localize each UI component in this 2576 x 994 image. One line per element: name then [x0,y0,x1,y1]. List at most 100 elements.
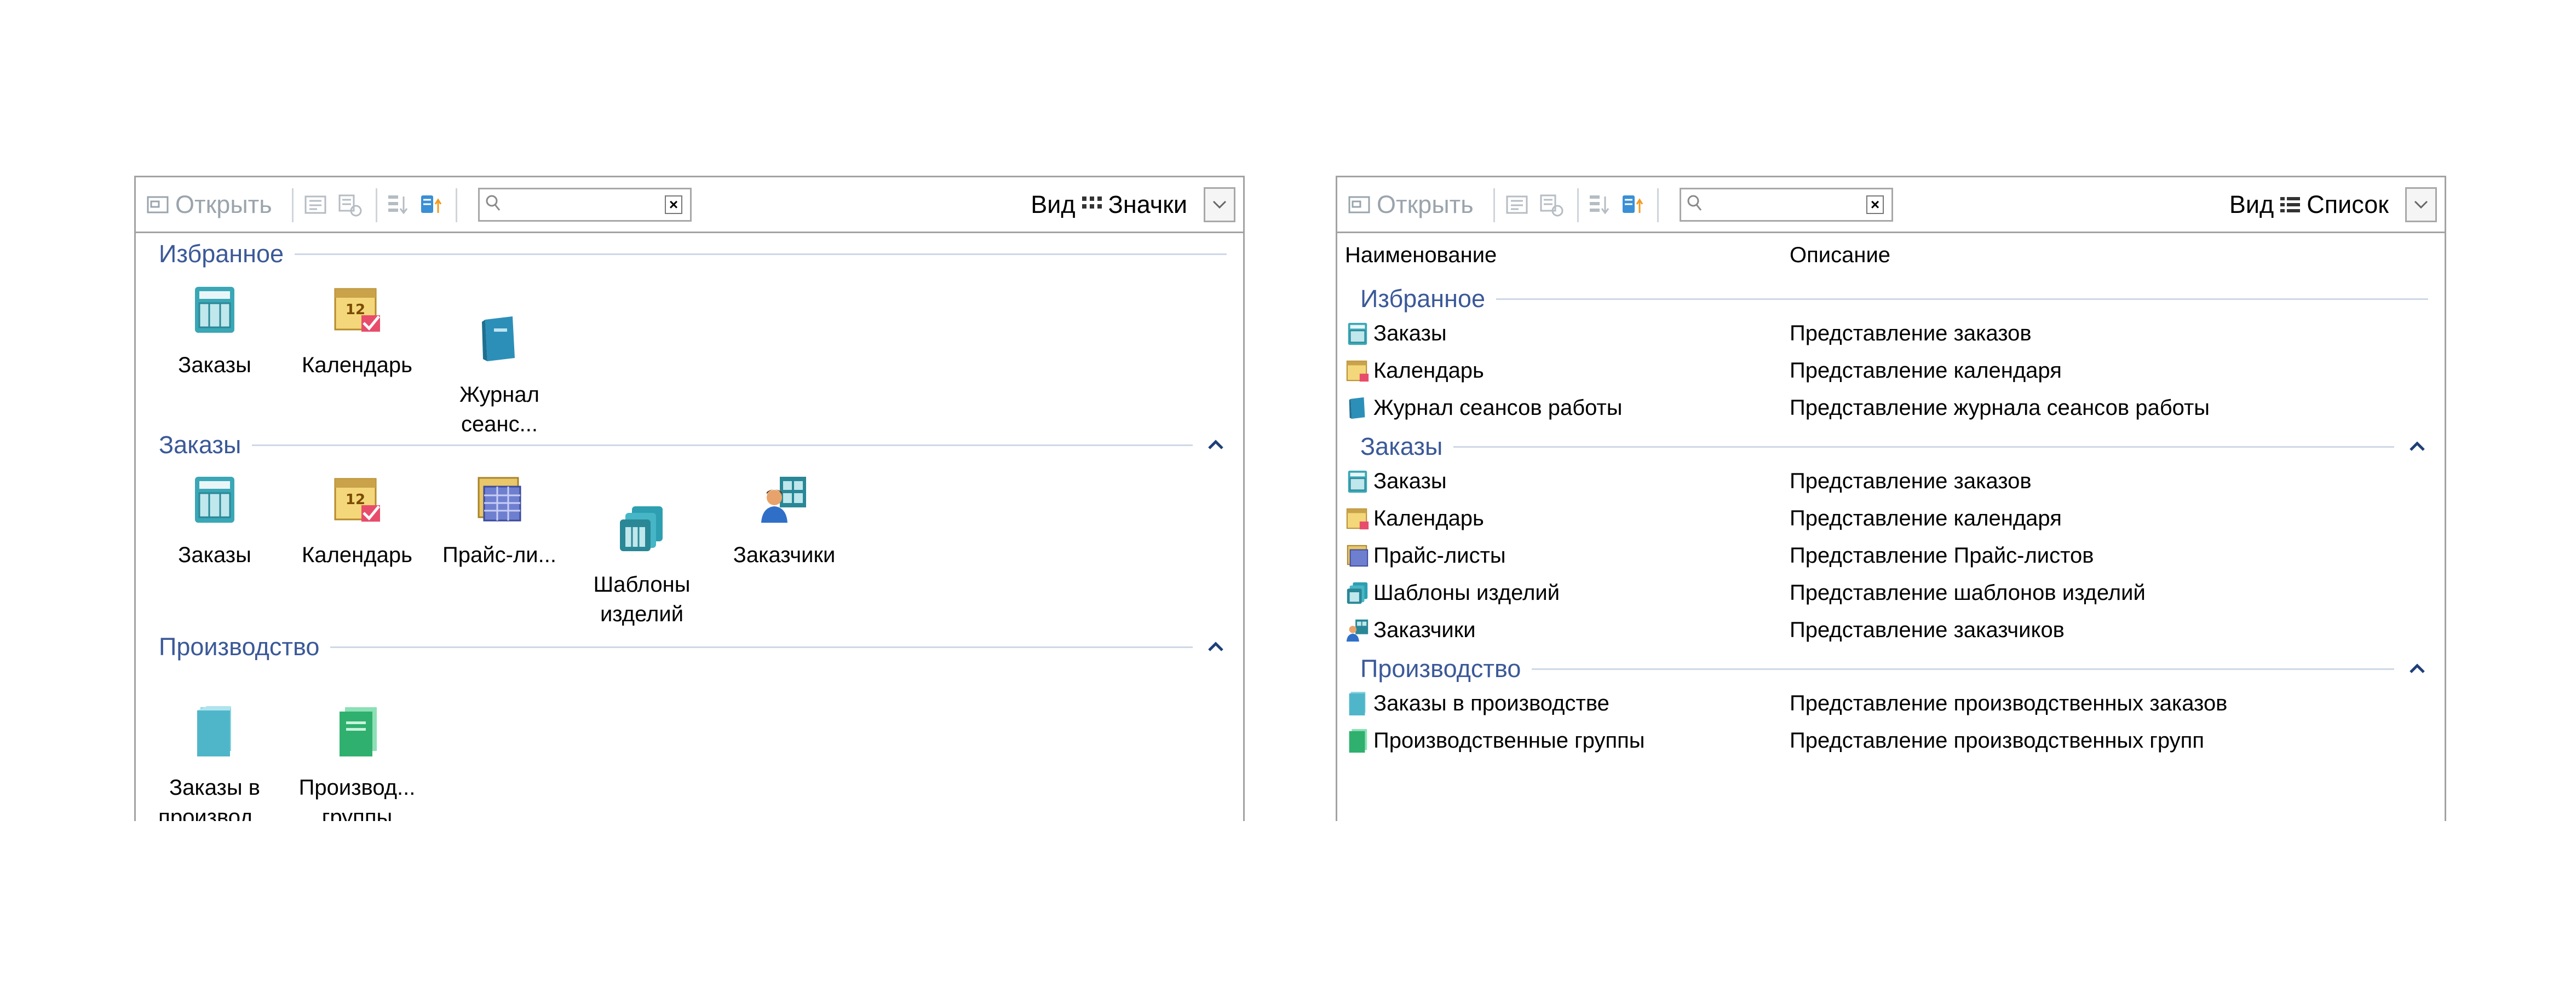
search-input[interactable]: × [478,188,692,222]
collapse-icon[interactable] [1205,636,1227,658]
row-name: Заказы [1373,321,1447,345]
customers-icon [761,477,806,523]
collapse-icon[interactable] [1205,434,1227,456]
group-title: Заказы [1360,432,1443,460]
tile-label: Шаблоны изделий [593,573,691,626]
templates-icon [1347,582,1368,604]
toolbar-separator [1493,188,1495,222]
row-name: Календарь [1373,506,1484,530]
search-input[interactable]: × [1680,188,1893,222]
collapse-icon[interactable] [2406,436,2428,458]
icons-view-panel: Открыть × Вид Значки Избранное Заказы 12… [134,176,1245,821]
list-row[interactable]: Журнал сеансов работы [1345,390,1623,426]
calendar-icon [1346,508,1369,530]
view-value: Значки [1108,190,1187,218]
list-row[interactable]: Заказы [1345,463,1447,499]
show-details-icon[interactable] [303,192,328,217]
column-header-name[interactable]: Наименование [1345,243,1497,268]
list-row[interactable]: Календарь [1345,352,1484,389]
toolbar: Открыть × Вид Список [1337,177,2445,233]
column-header-description[interactable]: Описание [1790,243,1890,268]
tile-label: Календарь [302,543,412,567]
production-orders-icon [1349,691,1366,716]
open-button[interactable]: Открыть [1348,177,1474,232]
list-row[interactable]: Календарь [1345,500,1484,536]
calendar-icon: 12 [334,478,380,522]
group-header-orders[interactable]: Заказы [159,429,1227,461]
tile-label: Прайс-ли... [442,543,556,567]
orders-icon [195,477,234,523]
collapse-icon[interactable] [2406,658,2428,680]
group-title: Производство [159,633,320,661]
list-view-panel: Открыть × Вид Список Наименование Описан… [1336,176,2446,821]
row-description: Представление журнала сеансов работы [1790,395,2210,420]
group-header-favorites[interactable]: Избранное [1360,282,2428,315]
calendar-icon: 12 [334,288,380,332]
tile-orders[interactable]: Заказы [143,282,286,380]
group-title: Избранное [1360,285,1486,313]
row-description: Представление календаря [1790,358,2062,383]
view-label: Вид [2229,190,2274,218]
view-selector[interactable]: Вид Значки [1031,187,1235,222]
tile-calendar[interactable]: 12 Календарь [286,472,428,570]
sort-icon[interactable] [1587,192,1612,217]
list-row[interactable]: Заказы в производстве [1345,685,1609,721]
orders-icon [1348,470,1367,493]
show-details-icon[interactable] [1504,192,1530,217]
group-settings-icon[interactable] [1539,192,1564,217]
journal-icon [482,316,515,361]
toolbar-separator [376,188,377,222]
sort-icon[interactable] [386,192,411,217]
list-row[interactable]: Заказчики [1345,612,1476,648]
group-settings-icon[interactable] [337,192,363,217]
view-dropdown-button[interactable] [2405,187,2437,222]
tile-label: Заказчики [733,543,836,567]
row-description: Представление заказов [1790,469,2032,493]
open-icon [1348,196,1370,213]
orders-icon [195,287,234,333]
sort-ascending-icon[interactable] [1619,192,1645,217]
tile-price-lists[interactable]: Прайс-ли... [428,472,571,570]
list-row[interactable]: Прайс-листы [1345,538,1506,574]
group-header-production[interactable]: Производство [1360,652,2428,685]
open-button[interactable]: Открыть [147,177,272,232]
row-description: Представление Прайс-листов [1790,543,2094,568]
tile-production-groups[interactable]: Производ... группы [286,675,428,821]
row-name: Заказы [1373,469,1447,493]
view-value: Список [2307,190,2389,218]
row-description: Представление календаря [1790,506,2062,530]
tile-customers[interactable]: Заказчики [713,472,855,570]
group-header-favorites[interactable]: Избранное [159,238,1227,270]
group-header-orders[interactable]: Заказы [1360,430,2428,463]
row-name: Прайс-листы [1373,543,1506,568]
toolbar-separator [292,188,294,222]
tile-orders[interactable]: Заказы [143,472,286,570]
list-row[interactable]: Шаблоны изделий [1345,575,1560,611]
production-groups-icon [340,707,377,756]
open-label: Открыть [1377,190,1474,218]
chevron-down-icon [1212,200,1227,209]
tile-label: Заказы [178,353,251,377]
view-selector[interactable]: Вид Список [2229,187,2437,222]
list-view-content: Наименование Описание Избранное Заказы П… [1337,233,2445,821]
list-row[interactable]: Заказы [1345,315,1447,351]
orders-icon [1348,322,1367,345]
sort-ascending-icon[interactable] [418,192,443,217]
toolbar-separator [1577,188,1579,222]
price-list-icon [1347,545,1369,567]
customers-icon [1346,619,1369,642]
tile-production-orders[interactable]: Заказы в производ... [143,675,286,821]
list-view-icon [2280,197,2301,212]
view-dropdown-button[interactable] [1204,187,1235,222]
tile-calendar[interactable]: 12 Календарь [286,282,428,380]
clear-search-icon[interactable]: × [665,195,682,214]
row-description: Представление шаблонов изделий [1790,580,2146,605]
calendar-icon [1346,360,1369,382]
row-name: Шаблоны изделий [1373,580,1560,605]
group-header-production[interactable]: Производство [159,631,1227,663]
row-name: Производственные группы [1373,728,1645,753]
clear-search-icon[interactable]: × [1866,195,1884,214]
group-title: Производство [1360,655,1521,683]
list-row[interactable]: Производственные группы [1345,723,1645,759]
icons-view-icon [1082,197,1102,209]
